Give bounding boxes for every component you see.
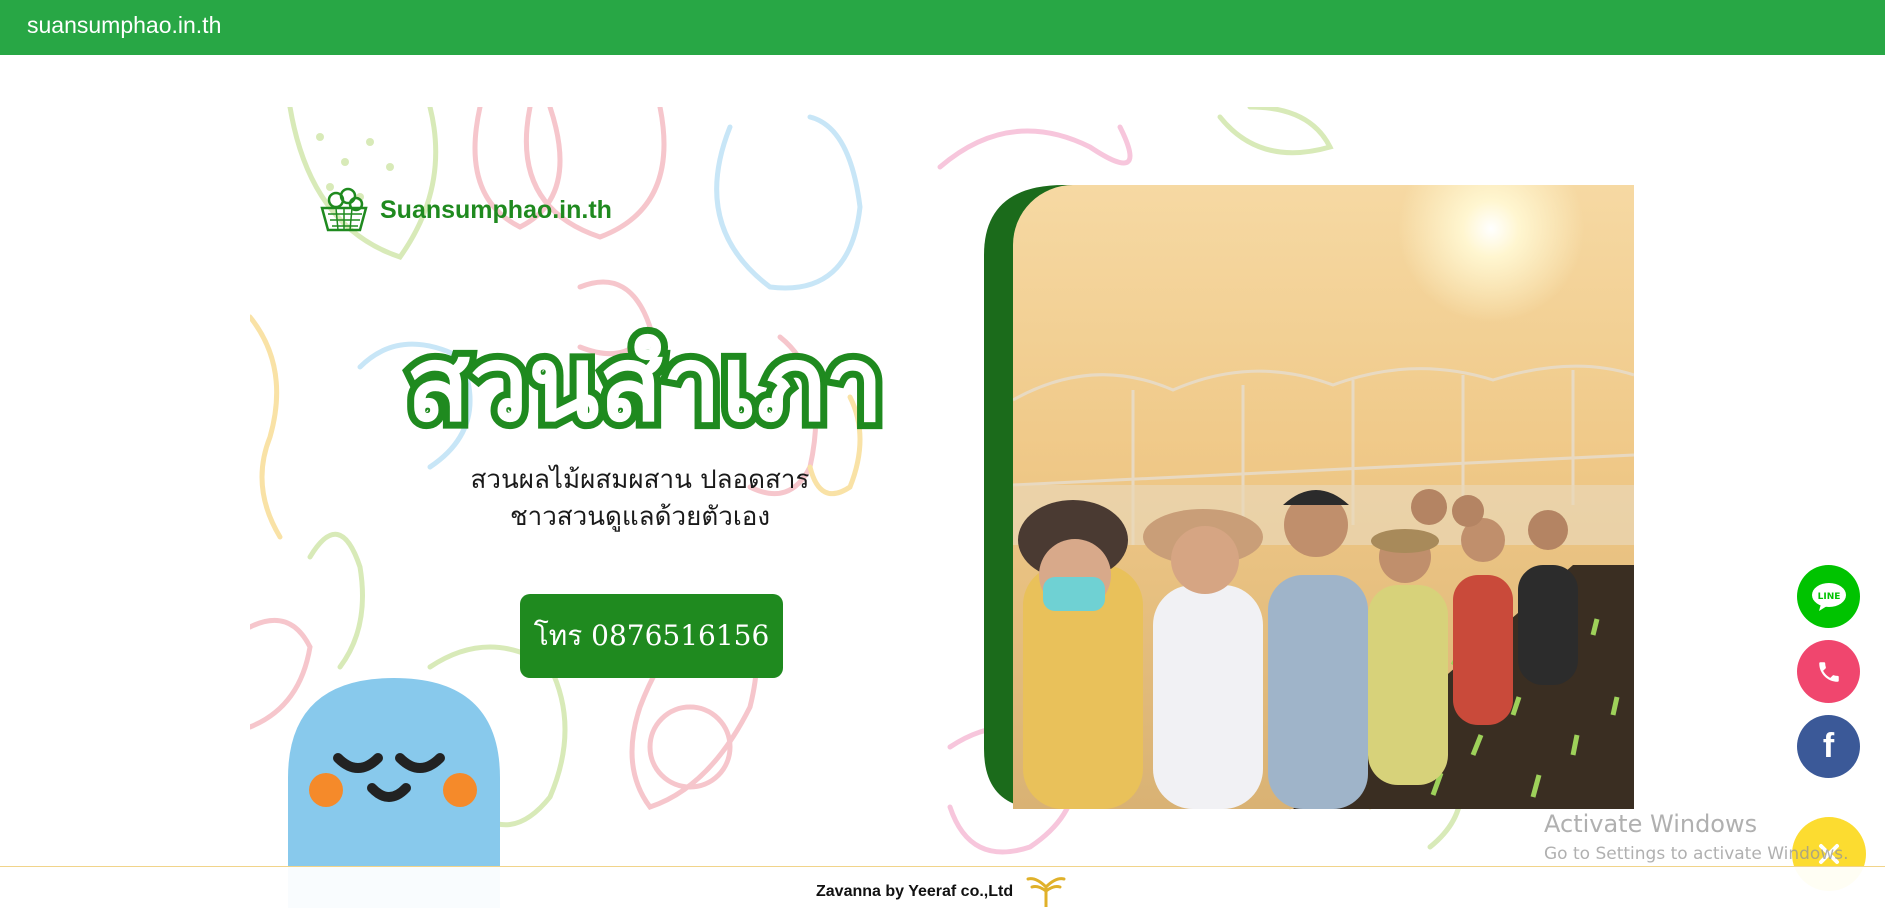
- watermark-line-1: Activate Windows: [1544, 810, 1758, 838]
- facebook-contact-button[interactable]: f: [1797, 715, 1860, 778]
- top-bar: suansumphao.in.th: [0, 0, 1885, 55]
- windows-activation-watermark: Activate Windows Go to Settings to activ…: [1544, 810, 1849, 864]
- footer-credit[interactable]: Zavanna by Yeeraf co.,Ltd: [816, 883, 1013, 901]
- brand-name: Suansumphao.in.th: [380, 195, 612, 224]
- call-button[interactable]: โทร 0876516156: [520, 594, 783, 678]
- subtitle-line-2: ชาวสวนดูแลด้วยตัวเอง: [509, 502, 771, 532]
- brand-header[interactable]: Suansumphao.in.th: [318, 185, 612, 235]
- footer-bar: Zavanna by Yeeraf co.,Ltd: [0, 866, 1885, 908]
- line-contact-button[interactable]: LINE: [1797, 565, 1860, 628]
- phone-icon: [1818, 661, 1839, 682]
- farm-group-photo: [1013, 185, 1634, 809]
- big-title-text: สวนสำเภา: [406, 323, 883, 445]
- hero-subtitle: สวนผลไม้ผสมผสาน ปลอดสาร ชาวสวนดูแลด้วยตั…: [420, 462, 860, 536]
- line-icon: LINE: [1811, 582, 1846, 611]
- facebook-icon: f: [1822, 727, 1835, 765]
- subtitle-line-1: สวนผลไม้ผสมผสาน ปลอดสาร: [470, 465, 810, 495]
- site-title[interactable]: suansumphao.in.th: [27, 12, 221, 39]
- big-thai-title: สวนสำเภา: [399, 316, 890, 452]
- sprout-logo-icon: [1026, 877, 1066, 907]
- fruit-basket-logo-icon: [320, 187, 368, 232]
- line-icon-label: LINE: [1817, 592, 1840, 602]
- phone-contact-button[interactable]: [1797, 640, 1860, 703]
- watermark-line-2: Go to Settings to activate Windows.: [1544, 844, 1849, 864]
